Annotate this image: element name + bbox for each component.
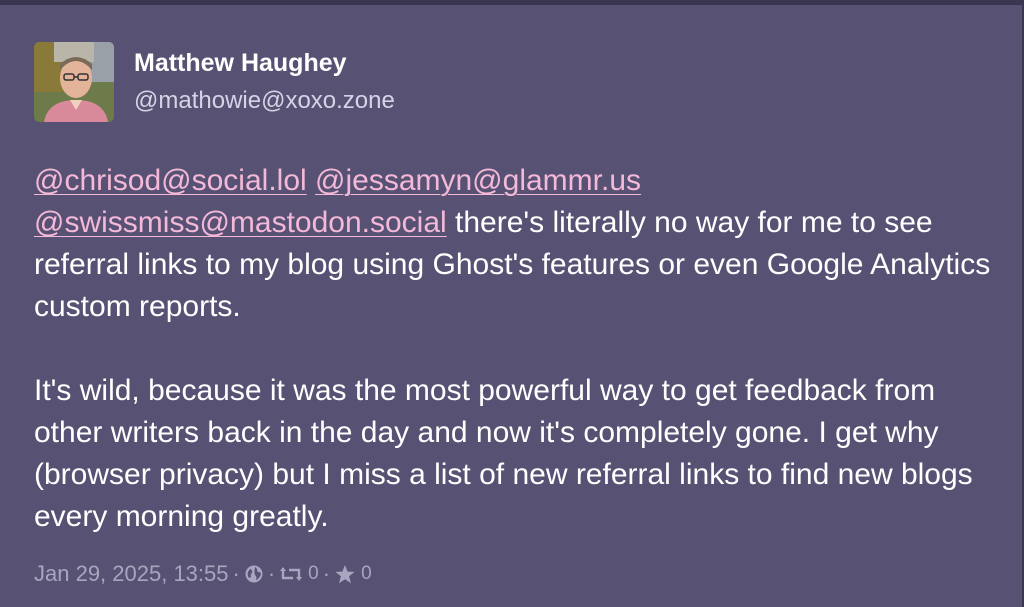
author-handle[interactable]: @mathowie@xoxo.zone [134,84,395,118]
star-icon[interactable] [334,564,356,585]
post-frame: Matthew Haughey @mathowie@xoxo.zone @chr… [0,0,1024,607]
author-display-name[interactable]: Matthew Haughey [134,46,395,80]
boost-icon[interactable] [279,565,303,583]
status-paragraph-2: It's wild, because it was the most power… [34,374,973,533]
status-paragraph-1: @chrisod@social.lol @jessamyn@glammr.us … [34,160,1004,328]
globe-icon [244,564,264,584]
status: Matthew Haughey @mathowie@xoxo.zone @chr… [34,42,1004,580]
favourite-count: 0 [361,563,372,584]
mention-link[interactable]: @swissmiss@mastodon.social [34,206,447,239]
boost-count: 0 [308,563,319,584]
status-header: Matthew Haughey @mathowie@xoxo.zone [34,42,1004,122]
mention-link[interactable]: @jessamyn@glammr.us [315,164,641,197]
status-content: @chrisod@social.lol @jessamyn@glammr.us … [34,160,1004,538]
separator: · [232,561,240,586]
mention-link[interactable]: @chrisod@social.lol [34,164,307,197]
separator: · [267,561,276,586]
avatar-image [34,42,114,122]
timestamp-link[interactable]: Jan 29, 2025, 13:55 [34,561,229,587]
author-info: Matthew Haughey @mathowie@xoxo.zone [134,46,395,118]
separator: · [322,561,331,586]
avatar[interactable] [34,42,114,122]
status-meta: Jan 29, 2025, 13:55 · · 0 · 0 [34,561,372,587]
